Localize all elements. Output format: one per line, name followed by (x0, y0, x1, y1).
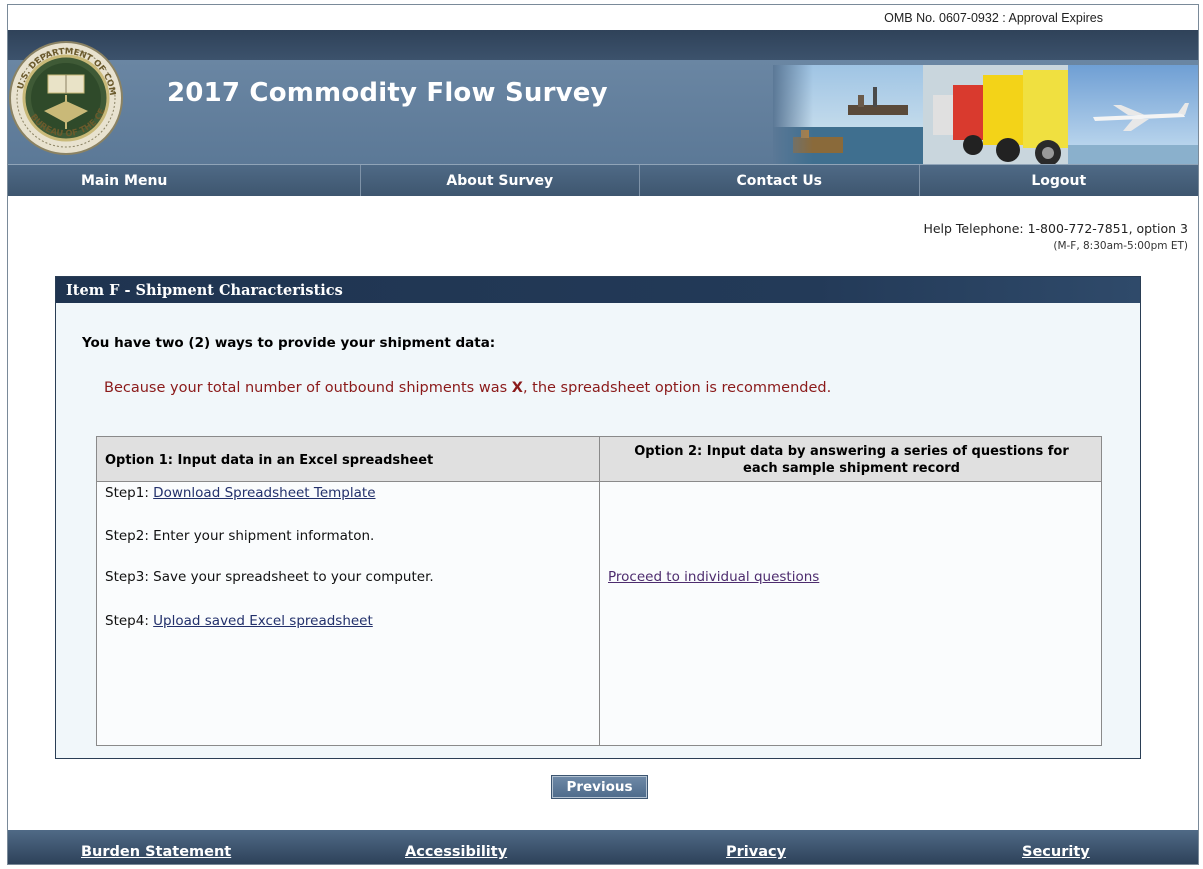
footer-burden-statement-link[interactable]: Burden Statement (81, 844, 231, 860)
shipment-characteristics-panel: Item F - Shipment Characteristics You ha… (55, 276, 1141, 759)
panel-header: Item F - Shipment Characteristics (56, 277, 1140, 303)
notice-shipment-count: X (511, 380, 523, 396)
site-title: 2017 Commodity Flow Survey (167, 78, 608, 108)
site-footer: Burden Statement Accessibility Privacy S… (8, 830, 1198, 864)
intro-text: You have two (2) ways to provide your sh… (82, 335, 496, 351)
upload-spreadsheet-link[interactable]: Upload saved Excel spreadsheet (153, 613, 373, 629)
options-table: Option 1: Input data in an Excel spreads… (96, 436, 1102, 746)
download-template-link[interactable]: Download Spreadsheet Template (153, 485, 375, 501)
main-nav: Main Menu About Survey Contact Us Logout (8, 164, 1198, 196)
panel-title: Item F - Shipment Characteristics (66, 282, 343, 299)
previous-button[interactable]: Previous (551, 775, 648, 799)
options-divider (599, 437, 600, 745)
header-top-band (8, 30, 1198, 60)
help-telephone: Help Telephone: 1-800-772-7851, option 3 (923, 221, 1188, 236)
notice-text-after: , the spreadsheet option is recommended. (522, 380, 832, 396)
notice-text-before: Because your total number of outbound sh… (104, 380, 512, 396)
proceed-wrapper: Proceed to individual questions (608, 569, 819, 585)
nav-contact-us[interactable]: Contact Us (640, 165, 920, 196)
header-photos (773, 65, 1198, 165)
option2-heading: Option 2: Input data by answering a seri… (600, 443, 1103, 477)
step4-label: Step4: (105, 613, 154, 629)
recommendation-notice: Because your total number of outbound sh… (104, 380, 831, 396)
site-header: U.S. DEPARTMENT OF COMMERCE BUREAU OF TH… (8, 30, 1198, 168)
footer-security-link[interactable]: Security (1022, 844, 1090, 860)
census-seal-logo: U.S. DEPARTMENT OF COMMERCE BUREAU OF TH… (8, 37, 123, 155)
option2-heading-line1: Option 2: Input data by answering a seri… (634, 444, 1069, 459)
nav-about-survey[interactable]: About Survey (361, 165, 640, 196)
page-frame: OMB No. 0607-0932 : Approval Expires U.S… (7, 4, 1199, 865)
step2: Step2: Enter your shipment informaton. (105, 528, 375, 544)
nav-main-menu[interactable]: Main Menu (8, 165, 361, 196)
step1-label: Step1: (105, 485, 154, 501)
proceed-individual-questions-link[interactable]: Proceed to individual questions (608, 569, 819, 585)
ship-port-photo (773, 65, 923, 165)
airplane-photo (1068, 65, 1198, 165)
nav-logout[interactable]: Logout (920, 165, 1199, 196)
step4: Step4: Upload saved Excel spreadsheet (105, 613, 373, 629)
footer-accessibility-link[interactable]: Accessibility (405, 844, 507, 860)
footer-privacy-link[interactable]: Privacy (726, 844, 786, 860)
help-info: Help Telephone: 1-800-772-7851, option 3… (923, 221, 1188, 252)
help-hours: (M-F, 8:30am-5:00pm ET) (1053, 240, 1188, 252)
option1-heading: Option 1: Input data in an Excel spreads… (105, 453, 434, 468)
step1: Step1: Download Spreadsheet Template (105, 485, 376, 501)
step3: Step3: Save your spreadsheet to your com… (105, 569, 434, 585)
trucks-photo (923, 65, 1068, 165)
option2-heading-line2: each sample shipment record (743, 461, 960, 476)
omb-number: OMB No. 0607-0932 : Approval Expires (884, 11, 1103, 25)
